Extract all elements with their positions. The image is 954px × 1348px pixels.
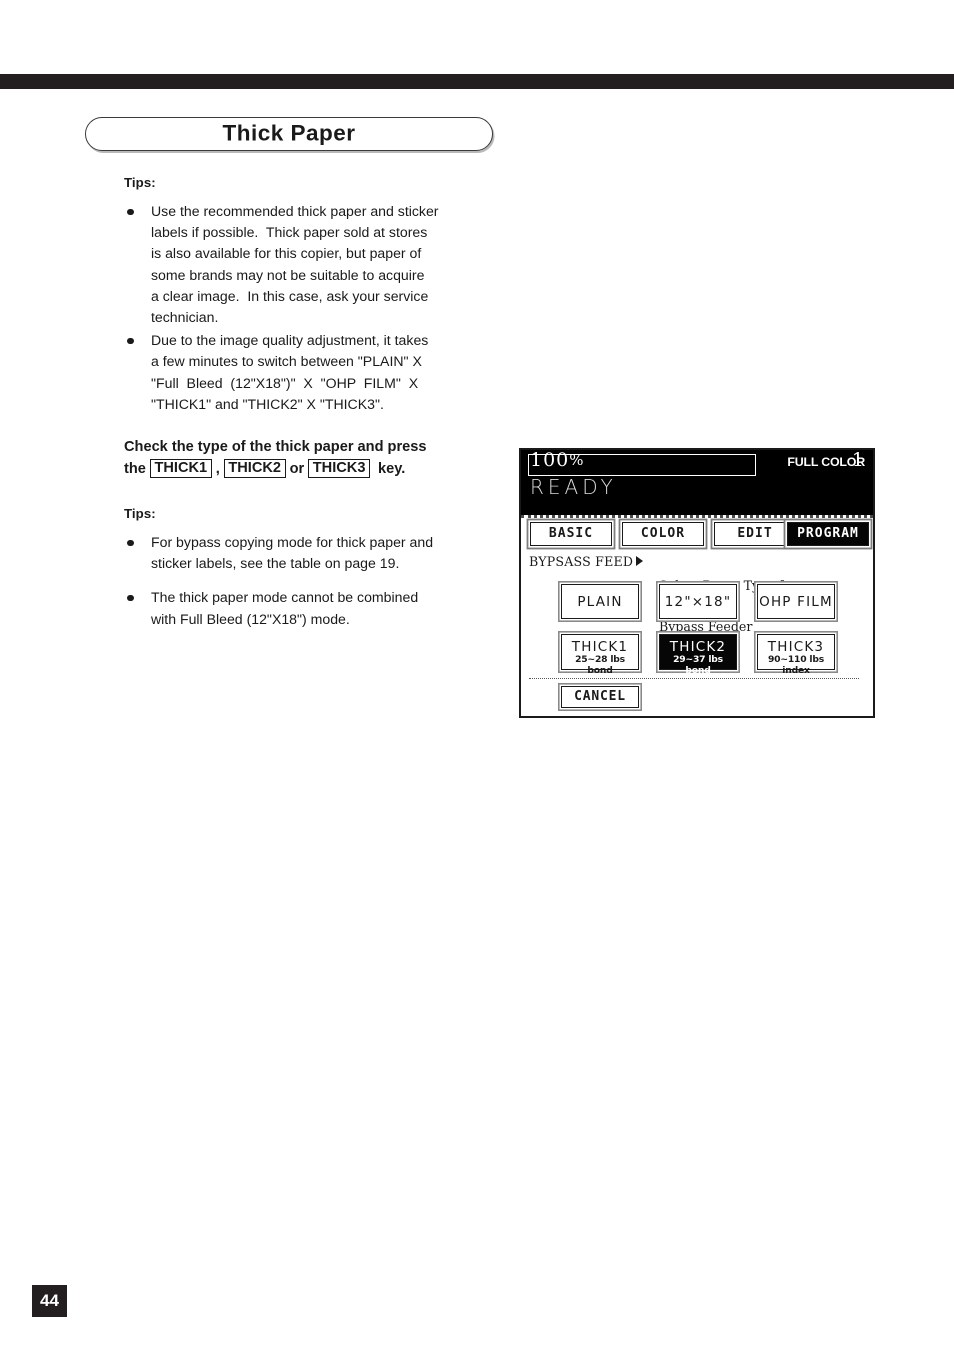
zoom-ratio-value: 100% [530, 450, 585, 470]
tips-heading-1: Tips: [124, 175, 156, 190]
cancel-button[interactable]: CANCEL [561, 686, 639, 708]
bullet-icon [127, 208, 134, 215]
list-item-line: Use the recommended thick paper and stic… [151, 203, 439, 219]
list-item-line: with Full Bleed (12"X18") mode. [151, 610, 350, 627]
list-item: Due to the image quality adjustment, it … [124, 330, 496, 415]
tips-heading-2: Tips: [124, 506, 156, 522]
section-title-box: Thick Paper [85, 117, 493, 151]
page-number: 44 [32, 1285, 67, 1317]
paper-button-label: THICK1 [571, 639, 629, 655]
list-item-line: The thick paper mode cannot be combined [151, 589, 419, 606]
lcd-status-bar: 100% 1 FULL COLOR READY [521, 450, 873, 515]
bullet-icon [127, 594, 134, 602]
list-item: Use the recommended thick paper and stic… [124, 201, 496, 328]
paper-button-label: OHP FILM [759, 594, 833, 610]
paper-button-label: THICK2 [669, 639, 727, 655]
paper-button-weight: 29~37 lbs bond [673, 654, 723, 676]
status-message: READY [530, 475, 617, 499]
bypass-feed-mode-text: BYPSASS FEED [529, 554, 634, 569]
paper-button-thick3[interactable]: THICK3 90~110 lbs index [757, 634, 835, 676]
list-item-line: labels if possible. Thick paper sold at … [151, 224, 428, 241]
list-item-line: "Full Bleed (12"X18")" X "OHP FILM" X [151, 374, 419, 391]
color-mode-label: FULL COLOR [787, 455, 865, 469]
list-item-line: Due to the image quality adjustment, it … [151, 332, 429, 349]
paper-button-thick2[interactable]: THICK2 29~37 lbs bond [659, 634, 737, 676]
list-item-line: sticker labels, see the table on page 19… [151, 555, 400, 572]
arrow-right-icon [636, 556, 644, 566]
lcd-body: BASIC COLOR EDIT PROGRAM BYPSASS FEED Se… [521, 515, 873, 716]
bullet-icon [127, 337, 134, 345]
tab-program[interactable]: PROGRAM [787, 522, 869, 546]
list-item-line: a clear image. In this case, ask your se… [151, 287, 429, 304]
keycap-thick2: THICK2 [223, 459, 286, 479]
paper-button-plain[interactable]: PLAIN [561, 584, 639, 619]
manual-page: Thick Paper Tips: Use the recommended th… [0, 0, 954, 1348]
header-rule [0, 74, 954, 89]
bypass-desc-line-2: Bypass Feeder [659, 618, 753, 634]
list-item-line: technician. [151, 309, 219, 326]
keycap-thick3: THICK3 [308, 459, 370, 479]
instruction-sep-1: , [211, 461, 224, 478]
list-item-line: a few minutes to switch between "PLAIN" … [151, 353, 422, 370]
paper-button-label: 12"×18" [664, 594, 732, 610]
tab-color[interactable]: COLOR [622, 522, 704, 546]
tab-edit[interactable]: EDIT [714, 522, 796, 546]
page-title: Thick Paper [222, 120, 356, 146]
keycap-thick1: THICK1 [149, 459, 212, 479]
paper-button-thick1[interactable]: THICK1 25~28 lbs bond [561, 634, 639, 676]
list-item: The thick paper mode cannot be combined … [124, 587, 496, 629]
bullet-icon [127, 539, 134, 547]
zoom-ratio-number: 100 [530, 449, 570, 471]
instruction-line-1: Check the type of the thick paper and pr… [124, 439, 427, 456]
paper-button-label: THICK3 [767, 639, 825, 655]
tips-list-2: For bypass copying mode for thick paper … [124, 532, 496, 630]
paper-button-12x18[interactable]: 12"×18" [659, 584, 737, 619]
instruction-line-2: the THICK1 , THICK2 or THICK3 key. [124, 458, 496, 480]
tips-list-1: Use the recommended thick paper and stic… [124, 201, 496, 415]
paper-button-label: PLAIN [577, 594, 623, 610]
paper-button-ohp-film[interactable]: OHP FILM [757, 584, 835, 619]
instruction-lead: the [124, 461, 150, 478]
percent-symbol: % [569, 451, 585, 469]
instruction-paragraph: Check the type of the thick paper and pr… [124, 436, 496, 480]
list-item-line: some brands may not be suitable to acqui… [151, 266, 425, 283]
paper-button-weight: 25~28 lbs bond [575, 654, 625, 676]
paper-button-weight: 90~110 lbs index [767, 654, 825, 676]
content-column: Tips: Use the recommended thick paper an… [124, 175, 496, 643]
list-item-line: "THICK1" and "THICK2" X "THICK3". [151, 395, 384, 412]
lcd-tab-row: BASIC COLOR EDIT PROGRAM [521, 522, 873, 548]
instruction-sep-2: or [285, 461, 309, 478]
bypass-feed-label: BYPSASS FEED [529, 554, 648, 569]
copier-lcd-panel: 100% 1 FULL COLOR READY BASIC COLOR EDIT… [519, 448, 875, 718]
instruction-tail: key. [369, 461, 406, 478]
list-item-line: For bypass copying mode for thick paper … [151, 534, 434, 551]
tab-basic[interactable]: BASIC [530, 522, 612, 546]
lcd-divider [529, 678, 859, 679]
list-item: For bypass copying mode for thick paper … [124, 532, 496, 574]
list-item-line: is also available for this copier, but p… [151, 245, 422, 262]
